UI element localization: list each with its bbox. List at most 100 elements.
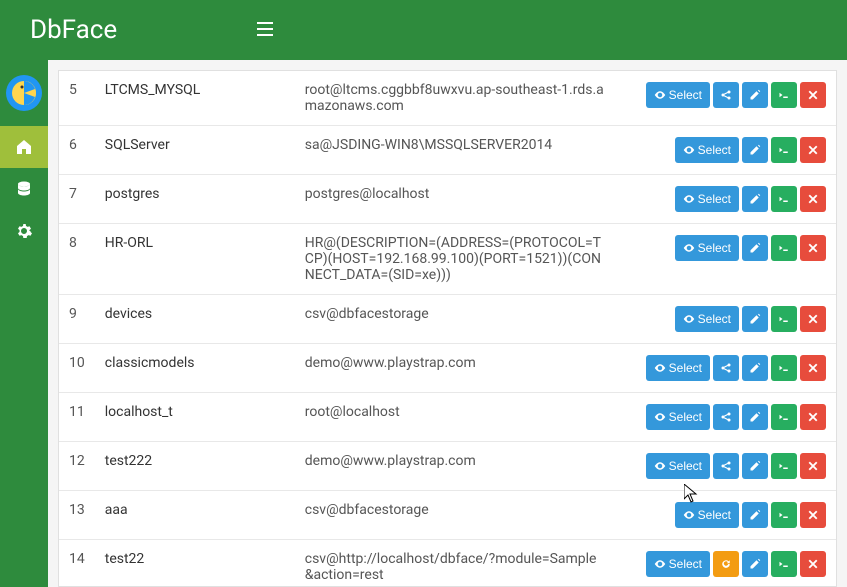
select-button[interactable]: Select (675, 502, 739, 528)
terminal-button[interactable] (771, 186, 797, 212)
terminal-button[interactable] (771, 82, 797, 108)
share-button[interactable] (713, 82, 739, 108)
row-index: 5 (59, 71, 95, 126)
edit-button[interactable] (742, 235, 768, 261)
table-row: 5LTCMS_MYSQLroot@ltcms.cggbbf8uwxvu.ap-s… (59, 71, 836, 126)
edit-button[interactable] (742, 82, 768, 108)
connection-string: demo@www.playstrap.com (295, 344, 615, 393)
row-index: 14 (59, 540, 95, 587)
edit-button[interactable] (742, 502, 768, 528)
sidebar (0, 60, 48, 587)
delete-button[interactable] (800, 404, 826, 430)
select-button[interactable]: Select (675, 306, 739, 332)
delete-button[interactable] (800, 453, 826, 479)
share-button[interactable] (713, 355, 739, 381)
terminal-button[interactable] (771, 235, 797, 261)
row-index: 9 (59, 295, 95, 344)
delete-button[interactable] (800, 186, 826, 212)
edit-button[interactable] (742, 404, 768, 430)
connection-name: SQLServer (95, 126, 295, 175)
delete-button[interactable] (800, 235, 826, 261)
row-index: 7 (59, 175, 95, 224)
brand-title: DbFace (30, 15, 117, 45)
delete-button[interactable] (800, 82, 826, 108)
select-button[interactable]: Select (675, 137, 739, 163)
delete-button[interactable] (800, 502, 826, 528)
row-actions: Select (615, 295, 836, 344)
sidebar-item-database[interactable] (0, 168, 48, 210)
edit-button[interactable] (742, 306, 768, 332)
terminal-button[interactable] (771, 551, 797, 577)
table-row: 6SQLServersa@JSDING-WIN8\MSSQLSERVER2014… (59, 126, 836, 175)
connection-name: classicmodels (95, 344, 295, 393)
menu-toggle-icon[interactable] (257, 21, 273, 40)
select-button[interactable]: Select (646, 355, 710, 381)
table-row: 10classicmodelsdemo@www.playstrap.com Sel… (59, 344, 836, 393)
terminal-button[interactable] (771, 453, 797, 479)
row-actions: Select (615, 126, 836, 175)
row-index: 12 (59, 442, 95, 491)
row-actions: Select (615, 175, 836, 224)
sidebar-item-settings[interactable] (0, 210, 48, 252)
connection-string: csv@http://localhost/dbface/?module=Samp… (295, 540, 615, 587)
select-button[interactable]: Select (646, 82, 710, 108)
connection-name: localhost_t (95, 393, 295, 442)
table-row: 7postgrespostgres@localhost Select (59, 175, 836, 224)
connection-string: root@ltcms.cggbbf8uwxvu.ap-southeast-1.r… (295, 71, 615, 126)
connection-name: devices (95, 295, 295, 344)
delete-button[interactable] (800, 306, 826, 332)
table-row: 9devicescsv@dbfacestorage Select (59, 295, 836, 344)
delete-button[interactable] (800, 355, 826, 381)
select-button[interactable]: Select (646, 453, 710, 479)
select-button[interactable]: Select (675, 186, 739, 212)
terminal-button[interactable] (771, 306, 797, 332)
edit-button[interactable] (742, 453, 768, 479)
connection-name: aaa (95, 491, 295, 540)
connection-string: HR@(DESCRIPTION=(ADDRESS=(PROTOCOL=TCP)(… (295, 224, 615, 295)
row-index: 11 (59, 393, 95, 442)
edit-button[interactable] (742, 137, 768, 163)
row-index: 8 (59, 224, 95, 295)
share-button[interactable] (713, 404, 739, 430)
connections-panel: 5LTCMS_MYSQLroot@ltcms.cggbbf8uwxvu.ap-s… (58, 70, 837, 587)
refresh-button[interactable] (713, 551, 739, 577)
share-button[interactable] (713, 453, 739, 479)
delete-button[interactable] (800, 137, 826, 163)
terminal-button[interactable] (771, 355, 797, 381)
avatar[interactable] (6, 75, 42, 111)
connection-name: test22 (95, 540, 295, 587)
row-actions: Select (615, 344, 836, 393)
select-button[interactable]: Select (646, 551, 710, 577)
row-actions: Select (615, 224, 836, 295)
row-actions: Select (615, 442, 836, 491)
table-row: 8HR-ORLHR@(DESCRIPTION=(ADDRESS=(PROTOCO… (59, 224, 836, 295)
connection-name: postgres (95, 175, 295, 224)
connection-string: demo@www.playstrap.com (295, 442, 615, 491)
row-index: 13 (59, 491, 95, 540)
row-actions: Select (615, 491, 836, 540)
select-button[interactable]: Select (675, 235, 739, 261)
header: DbFace (0, 0, 847, 60)
connection-name: test222 (95, 442, 295, 491)
connection-string: csv@dbfacestorage (295, 491, 615, 540)
table-row: 12test222demo@www.playstrap.com Select (59, 442, 836, 491)
connection-string: sa@JSDING-WIN8\MSSQLSERVER2014 (295, 126, 615, 175)
connection-string: postgres@localhost (295, 175, 615, 224)
select-button[interactable]: Select (646, 404, 710, 430)
terminal-button[interactable] (771, 502, 797, 528)
connection-string: csv@dbfacestorage (295, 295, 615, 344)
row-actions: Select (615, 71, 836, 126)
edit-button[interactable] (742, 551, 768, 577)
terminal-button[interactable] (771, 404, 797, 430)
terminal-button[interactable] (771, 137, 797, 163)
delete-button[interactable] (800, 551, 826, 577)
table-row: 13aaacsv@dbfacestorage Select (59, 491, 836, 540)
connection-string: root@localhost (295, 393, 615, 442)
row-index: 10 (59, 344, 95, 393)
row-actions: Select (615, 393, 836, 442)
edit-button[interactable] (742, 355, 768, 381)
table-row: 14test22csv@http://localhost/dbface/?mod… (59, 540, 836, 587)
sidebar-item-home[interactable] (0, 126, 48, 168)
connection-name: LTCMS_MYSQL (95, 71, 295, 126)
edit-button[interactable] (742, 186, 768, 212)
